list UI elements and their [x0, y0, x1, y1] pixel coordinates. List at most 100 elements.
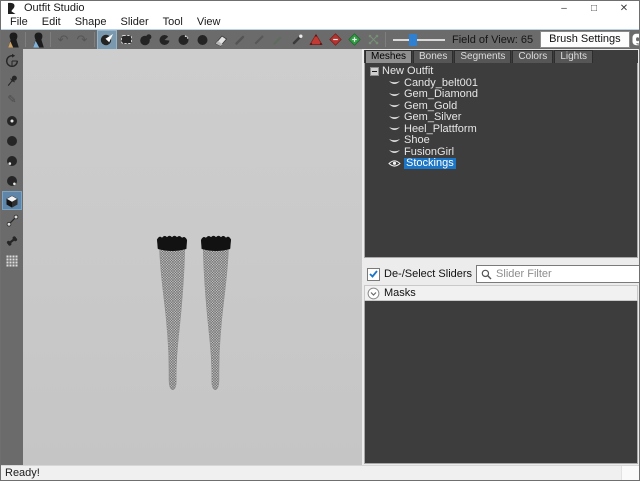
menu-slider[interactable]: Slider	[114, 16, 156, 29]
tab-bones[interactable]: Bones	[413, 50, 453, 63]
tree-item[interactable]: Gem_Diamond	[388, 89, 637, 101]
viewport-3d[interactable]	[23, 49, 362, 465]
field-of-view-label: Field of View: 65	[452, 34, 533, 46]
tree-item-label[interactable]: Heel_Plattform	[404, 124, 477, 135]
tree-item[interactable]: Gem_Silver	[388, 112, 637, 124]
toolbar-separator	[385, 32, 386, 47]
menu-view[interactable]: View	[190, 16, 228, 29]
slider-controls-row: De-/Select Sliders	[364, 263, 638, 285]
minimize-button[interactable]: –	[549, 1, 579, 16]
close-button[interactable]: ✕	[609, 1, 639, 16]
undiff-brush-icon	[231, 31, 249, 49]
status-text: Ready!	[5, 467, 40, 479]
outfit-studio-window: Outfit Studio – □ ✕ File Edit Shape Slid…	[0, 0, 640, 481]
tree-root-label[interactable]: New Outfit	[382, 66, 433, 77]
tree-item[interactable]: Shoe	[388, 135, 637, 147]
title-bar: Outfit Studio – □ ✕	[1, 1, 639, 16]
status-bar: Ready!	[1, 465, 639, 480]
brush-falloff-center-icon[interactable]	[3, 112, 21, 129]
flip-edge-icon[interactable]	[326, 31, 344, 49]
eye-closed-icon[interactable]	[388, 137, 401, 145]
split-edge-icon[interactable]	[345, 31, 363, 49]
brush-falloff-right-icon[interactable]	[3, 172, 21, 189]
tab-meshes[interactable]: Meshes	[365, 50, 412, 63]
resize-grip[interactable]	[621, 466, 639, 480]
slider-filter-box	[476, 265, 640, 283]
select-brush-icon[interactable]	[98, 31, 116, 49]
smooth-brush-icon[interactable]	[174, 31, 192, 49]
maximize-button[interactable]: □	[579, 1, 609, 16]
eye-closed-icon[interactable]	[388, 102, 401, 110]
eye-closed-icon[interactable]	[388, 91, 401, 99]
menu-file[interactable]: File	[3, 16, 35, 29]
masks-section-body	[364, 301, 638, 464]
eye-closed-icon[interactable]	[388, 125, 401, 133]
search-icon	[481, 269, 492, 280]
bone-tool-icon[interactable]	[3, 232, 21, 249]
collapse-expander-icon[interactable]	[370, 67, 379, 76]
meshes-tree: New Outfit Candy_belt001 Gem_Diamond Gem…	[364, 63, 638, 258]
field-of-view-slider[interactable]	[393, 33, 445, 47]
flatten-brush-icon[interactable]	[212, 31, 230, 49]
window-title: Outfit Studio	[24, 1, 85, 16]
deflate-brush-icon[interactable]	[155, 31, 173, 49]
tree-item-label[interactable]: Gem_Diamond	[404, 89, 478, 100]
menu-tool[interactable]: Tool	[156, 16, 190, 29]
redo-icon: ↷	[73, 31, 91, 49]
brush-settings-button[interactable]: Brush Settings	[540, 31, 630, 48]
toolbar-separator	[50, 32, 51, 47]
tree-item-label[interactable]: Gem_Silver	[404, 112, 461, 123]
tree-item-label[interactable]: FusionGirl	[404, 147, 454, 158]
pivot-center-icon[interactable]	[3, 52, 21, 69]
deselect-sliders-label[interactable]: De-/Select Sliders	[384, 268, 472, 280]
menu-bar: File Edit Shape Slider Tool View	[1, 16, 639, 29]
deselect-sliders-checkbox[interactable]	[367, 268, 380, 281]
app-icon	[6, 2, 20, 15]
pencil-icon: ✎	[3, 92, 21, 109]
brush-falloff-solid-icon[interactable]	[3, 132, 21, 149]
undo-icon: ↶	[54, 31, 72, 49]
slider-track	[393, 39, 445, 41]
right-panel: Meshes Bones Segments Colors Lights New …	[362, 49, 639, 465]
tree-item-label[interactable]: Stockings	[404, 158, 456, 169]
xmirror-cube-icon[interactable]	[3, 192, 21, 209]
panel-tabs: Meshes Bones Segments Colors Lights	[364, 50, 638, 63]
slider-filter-input[interactable]	[496, 268, 638, 280]
move-brush-icon[interactable]	[193, 31, 211, 49]
stockings-mesh[interactable]	[156, 232, 232, 394]
edge-tool-icon[interactable]	[3, 212, 21, 229]
menu-edit[interactable]: Edit	[35, 16, 68, 29]
brush-falloff-left-icon[interactable]	[3, 152, 21, 169]
eye-open-icon[interactable]	[388, 159, 401, 168]
tab-segments[interactable]: Segments	[454, 50, 511, 63]
eye-closed-icon[interactable]	[388, 79, 401, 87]
collapse-vertex-icon[interactable]	[307, 31, 325, 49]
mask-brush-icon[interactable]	[117, 31, 135, 49]
masks-section-header[interactable]: Masks	[364, 285, 638, 301]
pin-icon[interactable]	[3, 72, 21, 89]
color-brush-icon	[269, 31, 287, 49]
tree-item-label[interactable]: Gem_Gold	[404, 101, 457, 112]
load-reference-icon[interactable]	[29, 31, 47, 49]
load-project-icon[interactable]	[4, 31, 22, 49]
grid-toggle-icon[interactable]	[3, 252, 21, 269]
masks-label: Masks	[384, 287, 416, 299]
tree-item-selected[interactable]: Stockings	[388, 158, 637, 170]
tree-root-row[interactable]: New Outfit	[370, 66, 637, 78]
inflate-brush-icon[interactable]	[136, 31, 154, 49]
tree-item-label[interactable]: Candy_belt001	[404, 78, 478, 89]
main-toolbar: ↶ ↷	[1, 29, 639, 49]
weight-brush-icon	[250, 31, 268, 49]
tab-colors[interactable]: Colors	[512, 50, 553, 63]
menu-shape[interactable]: Shape	[68, 16, 114, 29]
eye-closed-icon[interactable]	[388, 148, 401, 156]
tree-item-label[interactable]: Shoe	[404, 135, 430, 146]
toolbar-separator	[25, 32, 26, 47]
chevron-down-icon[interactable]	[367, 287, 380, 300]
eye-closed-icon[interactable]	[388, 114, 401, 122]
tab-lights[interactable]: Lights	[554, 50, 593, 63]
discord-icon[interactable]	[632, 31, 640, 49]
slider-thumb[interactable]	[409, 34, 417, 46]
move-vertex-icon	[364, 31, 382, 49]
alpha-brush-icon[interactable]	[288, 31, 306, 49]
